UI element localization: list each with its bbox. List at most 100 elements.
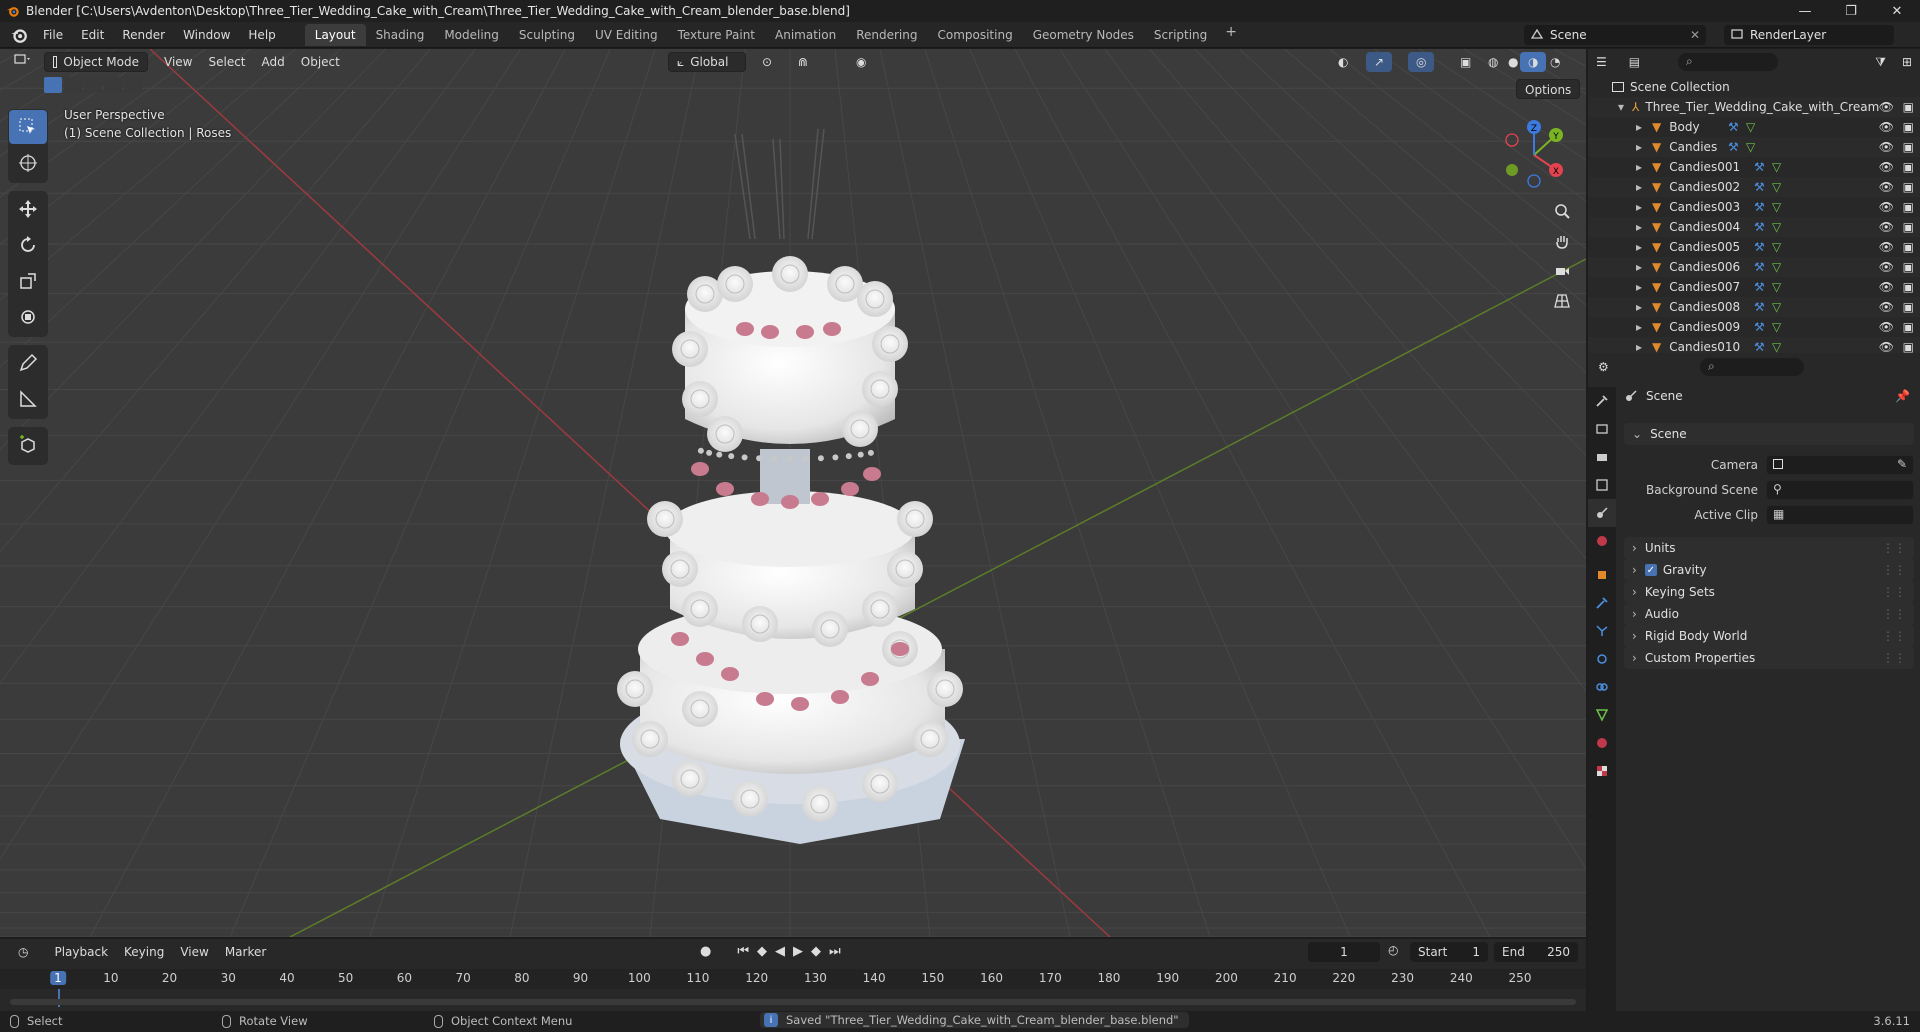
new-collection-icon[interactable]: ⊞ bbox=[1902, 55, 1912, 69]
perspective-toggle-icon[interactable] bbox=[1548, 287, 1576, 315]
scale-tool[interactable] bbox=[9, 264, 47, 298]
modifier-icon[interactable]: ⚒ bbox=[1728, 140, 1739, 154]
stopwatch-icon[interactable]: ◴ bbox=[1388, 943, 1398, 957]
object-mode-dropdown[interactable]: Object Mode bbox=[44, 52, 148, 72]
drag-handle-icon[interactable]: ⋮⋮ bbox=[1882, 629, 1906, 643]
drag-handle-icon[interactable]: ⋮⋮ bbox=[1882, 607, 1906, 621]
panel-units[interactable]: › Units ⋮⋮ bbox=[1624, 537, 1914, 559]
tab-rendering[interactable]: Rendering bbox=[846, 24, 927, 46]
timeline-view-menu[interactable]: View bbox=[172, 942, 216, 962]
modifier-icon[interactable]: ⚒ bbox=[1754, 340, 1765, 354]
select-subtract-icon[interactable] bbox=[84, 77, 102, 93]
properties-search-input[interactable]: ⌕ bbox=[1700, 358, 1804, 376]
menu-file[interactable]: File bbox=[34, 25, 72, 45]
3d-viewport[interactable]: Object Mode View Select Add Object ⟀ Glo… bbox=[0, 49, 1586, 937]
expand-arrow-icon[interactable]: ▸ bbox=[1636, 120, 1642, 134]
menu-render[interactable]: Render bbox=[113, 25, 174, 45]
modifier-icon[interactable]: ⚒ bbox=[1754, 280, 1765, 294]
playback-menu[interactable]: Playback bbox=[46, 942, 116, 962]
outliner-object-row[interactable]: ▸ ▼ Candies001 ⚒ ▽ 👁 ▣ bbox=[1588, 157, 1920, 177]
close-icon[interactable]: ✕ bbox=[1690, 28, 1700, 42]
mesh-data-icon[interactable]: ▽ bbox=[1772, 180, 1781, 194]
camera-render-icon[interactable]: ▣ bbox=[1903, 180, 1914, 194]
annotate-tool[interactable] bbox=[9, 346, 47, 380]
expand-arrow-icon[interactable]: ▸ bbox=[1636, 280, 1642, 294]
particles-tab-icon[interactable] bbox=[1588, 617, 1616, 645]
physics-tab-icon[interactable] bbox=[1588, 645, 1616, 673]
modifier-icon[interactable]: ⚒ bbox=[1754, 200, 1765, 214]
drag-handle-icon[interactable]: ⋮⋮ bbox=[1882, 563, 1906, 577]
current-frame-field[interactable]: 1 bbox=[1308, 942, 1380, 962]
eye-icon[interactable]: 👁 bbox=[1879, 200, 1894, 214]
mesh-data-icon[interactable]: ▽ bbox=[1772, 300, 1781, 314]
select-extend-icon[interactable] bbox=[64, 77, 82, 93]
tab-modeling[interactable]: Modeling bbox=[434, 24, 509, 46]
record-icon[interactable]: ● bbox=[700, 944, 711, 959]
expand-arrow-icon[interactable]: ▸ bbox=[1636, 180, 1642, 194]
scene-selector[interactable]: Scene ✕ bbox=[1524, 25, 1706, 45]
select-new-icon[interactable] bbox=[44, 77, 62, 93]
prev-keyframe-icon[interactable]: ◆ bbox=[757, 944, 767, 959]
gravity-checkbox[interactable]: ✓ bbox=[1644, 564, 1657, 576]
object-tab-icon[interactable] bbox=[1588, 561, 1616, 589]
tab-scripting[interactable]: Scripting bbox=[1144, 24, 1217, 46]
expand-arrow-icon[interactable]: ▸ bbox=[1636, 300, 1642, 314]
expand-arrow-icon[interactable]: ▸ bbox=[1636, 260, 1642, 274]
drag-handle-icon[interactable]: ⋮⋮ bbox=[1882, 651, 1906, 665]
keying-menu[interactable]: Keying bbox=[116, 942, 172, 962]
viewport-menu-object[interactable]: Object bbox=[293, 52, 348, 72]
scene-tab-icon[interactable] bbox=[1588, 499, 1616, 527]
close-window-button[interactable]: ✕ bbox=[1874, 0, 1920, 22]
mesh-data-icon[interactable]: ▽ bbox=[1772, 340, 1781, 354]
proportional-editing-icon[interactable]: ◉ bbox=[848, 52, 874, 72]
pivot-point-icon[interactable]: ⊙ bbox=[754, 52, 780, 72]
eye-icon[interactable]: 👁 bbox=[1879, 340, 1894, 354]
editor-type-icon[interactable] bbox=[6, 52, 40, 72]
modifier-icon[interactable]: ⚒ bbox=[1754, 260, 1765, 274]
tab-sculpting[interactable]: Sculpting bbox=[509, 24, 585, 46]
transform-orientation-dropdown[interactable]: ⟀ Global bbox=[668, 52, 746, 72]
outliner-scene-collection[interactable]: Scene Collection bbox=[1588, 77, 1920, 97]
camera-render-icon[interactable]: ▣ bbox=[1903, 260, 1914, 274]
overlays-toggle-icon[interactable]: ◎ bbox=[1408, 52, 1435, 72]
viewport-menu-add[interactable]: Add bbox=[254, 52, 293, 72]
visibility-icon[interactable]: ◐ bbox=[1330, 52, 1356, 72]
constraints-tab-icon[interactable] bbox=[1588, 673, 1616, 701]
play-reverse-icon[interactable]: ◀ bbox=[775, 944, 785, 959]
menu-help[interactable]: Help bbox=[239, 25, 284, 45]
expand-arrow-icon[interactable]: ▸ bbox=[1636, 340, 1642, 354]
zoom-icon[interactable] bbox=[1548, 197, 1576, 225]
camera-render-icon[interactable]: ▣ bbox=[1903, 220, 1914, 234]
snap-icon[interactable]: ⋒ bbox=[790, 52, 816, 72]
tab-uv-editing[interactable]: UV Editing bbox=[585, 24, 668, 46]
panel-rigid-body-world[interactable]: › Rigid Body World ⋮⋮ bbox=[1624, 625, 1914, 647]
outliner-object-row[interactable]: ▸ ▼ Candies004 ⚒ ▽ 👁 ▣ bbox=[1588, 217, 1920, 237]
mesh-data-icon[interactable]: ▽ bbox=[1772, 240, 1781, 254]
end-frame-field[interactable]: End 250 bbox=[1494, 942, 1578, 962]
active-clip-field[interactable]: ▦ bbox=[1766, 505, 1914, 525]
view-layer-tab-icon[interactable] bbox=[1588, 471, 1616, 499]
viewport-menu-view[interactable]: View bbox=[156, 52, 200, 72]
menu-window[interactable]: Window bbox=[174, 25, 239, 45]
outliner-object-row[interactable]: ▸ ▼ Candies008 ⚒ ▽ 👁 ▣ bbox=[1588, 297, 1920, 317]
panel-custom-properties[interactable]: › Custom Properties ⋮⋮ bbox=[1624, 647, 1914, 669]
material-tab-icon[interactable] bbox=[1588, 729, 1616, 757]
tab-compositing[interactable]: Compositing bbox=[927, 24, 1022, 46]
marker-menu[interactable]: Marker bbox=[217, 942, 274, 962]
expand-arrow-icon[interactable]: ▸ bbox=[1636, 320, 1642, 334]
mesh-data-icon[interactable]: ▽ bbox=[1772, 280, 1781, 294]
expand-arrow-icon[interactable]: ▸ bbox=[1636, 160, 1642, 174]
data-tab-icon[interactable] bbox=[1588, 701, 1616, 729]
camera-render-icon[interactable]: ▣ bbox=[1903, 120, 1914, 134]
rotate-tool[interactable] bbox=[9, 228, 47, 262]
expand-arrow-icon[interactable]: ▸ bbox=[1636, 220, 1642, 234]
camera-render-icon[interactable]: ▣ bbox=[1903, 340, 1914, 354]
blender-menu-icon[interactable] bbox=[10, 26, 28, 44]
outliner-search-input[interactable]: ⌕ bbox=[1678, 53, 1778, 71]
mesh-data-icon[interactable]: ▽ bbox=[1772, 200, 1781, 214]
next-keyframe-icon[interactable]: ◆ bbox=[811, 944, 821, 959]
eye-icon[interactable]: 👁 bbox=[1879, 120, 1894, 134]
outliner-editor-type-icon[interactable]: ☰ bbox=[1596, 55, 1607, 69]
drag-handle-icon[interactable]: ⋮⋮ bbox=[1882, 585, 1906, 599]
expand-arrow-icon[interactable]: ▸ bbox=[1636, 140, 1642, 154]
